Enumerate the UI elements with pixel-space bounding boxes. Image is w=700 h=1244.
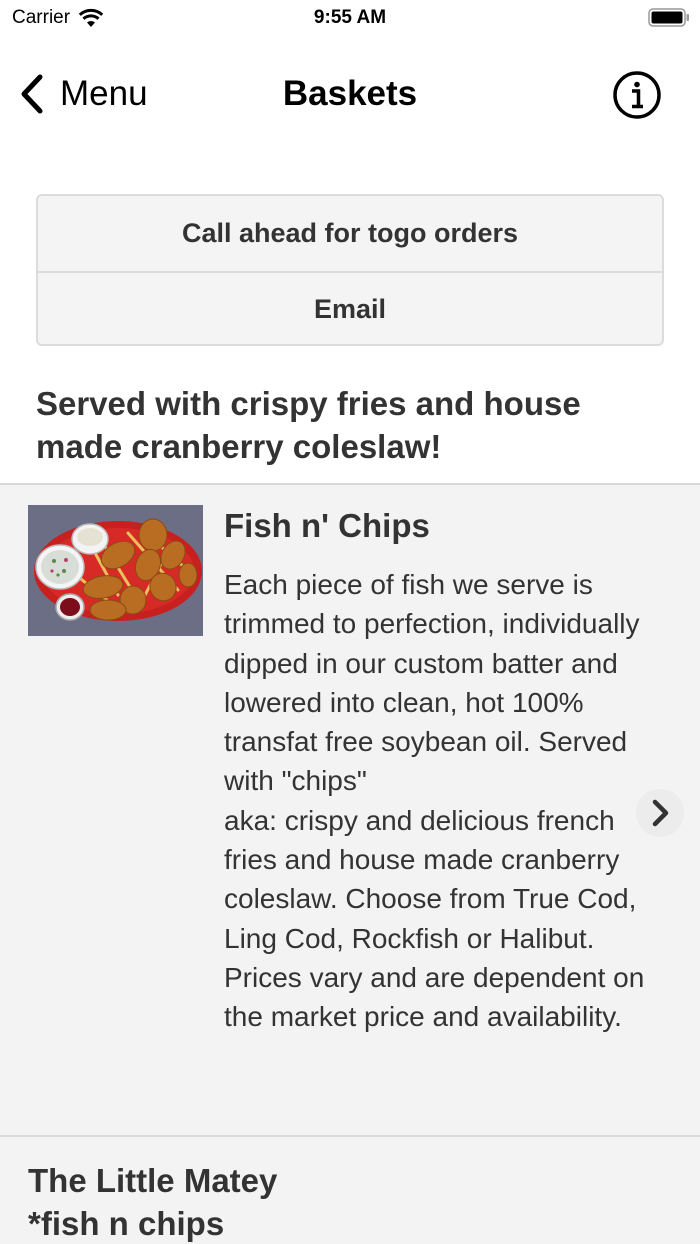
chevron-left-icon [21, 74, 43, 114]
status-bar: Carrier 9:55 AM [0, 0, 700, 36]
item-description: Each piece of fish we serve is trimmed t… [224, 569, 645, 1033]
back-button[interactable]: Menu [18, 72, 148, 116]
fish-n-chips-photo [28, 505, 203, 636]
back-button-label: Menu [60, 74, 148, 113]
chevron-right-icon [652, 799, 669, 827]
item-title: Fish n' Chips [224, 507, 430, 544]
item-title: The Little Matey *fish n chips [28, 1162, 278, 1242]
battery-icon [648, 8, 689, 27]
info-circle-icon[interactable] [612, 70, 662, 120]
navigation-bar: Menu Baskets [0, 50, 700, 140]
contact-actions: Call ahead for togo orders Email [36, 194, 664, 346]
call-ahead-button[interactable]: Call ahead for togo orders [38, 196, 662, 271]
email-button[interactable]: Email [38, 271, 662, 344]
section-intro: Served with crispy fries and house made … [36, 385, 581, 465]
status-time: 9:55 AM [313, 7, 387, 28]
menu-item-fish-n-chips[interactable]: Fish n' Chips Each piece of fish we serv… [0, 483, 700, 1137]
disclosure-button[interactable] [636, 789, 684, 837]
menu-item-little-matey[interactable]: The Little Matey *fish n chips [0, 1137, 700, 1244]
